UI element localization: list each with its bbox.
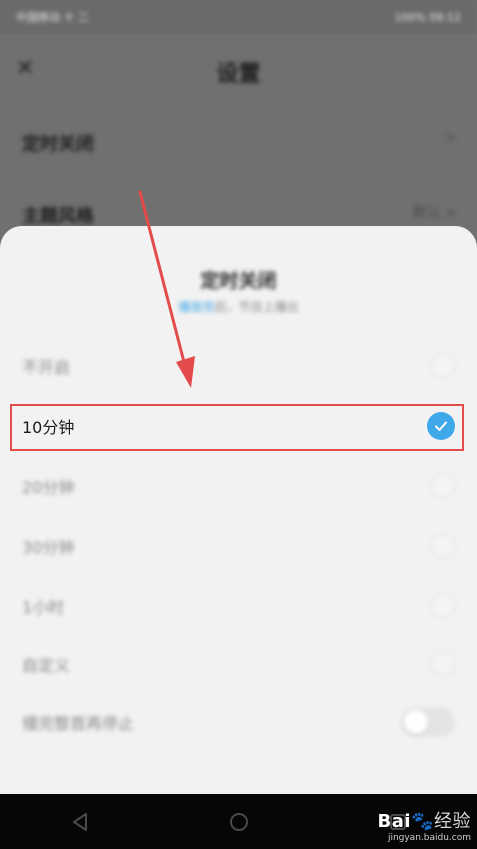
watermark-logo: Bai🐾经验 (378, 807, 471, 833)
annotation-arrow-icon (138, 190, 195, 388)
watermark-brand-prefix: Bai (377, 811, 412, 832)
watermark-url: jingyan.baidu.com (387, 833, 471, 843)
home-icon[interactable] (219, 802, 259, 842)
watermark-brand-suffix: 经验 (434, 811, 471, 832)
paw-icon: 🐾 (411, 811, 434, 832)
back-icon[interactable] (60, 802, 100, 842)
baidu-watermark: Bai🐾经验 jingyan.baidu.com (378, 807, 471, 843)
